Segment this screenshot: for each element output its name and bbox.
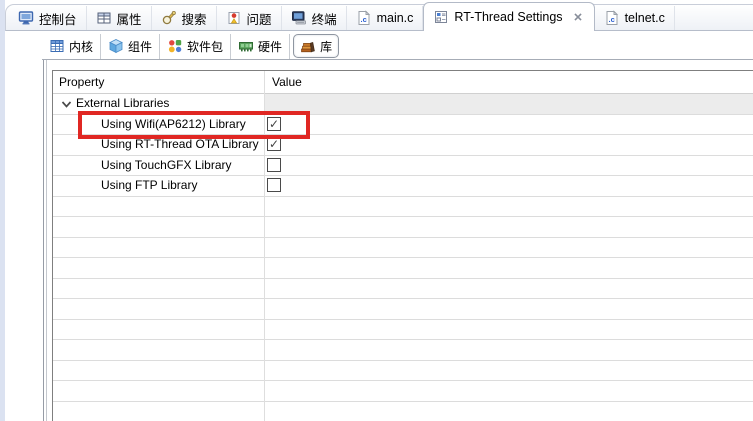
table-row-touchgfx-library[interactable]: Using TouchGFX Library <box>53 156 753 177</box>
rt-thread-studio-window: 控制台 属性 搜索 <box>0 0 753 421</box>
tab-components[interactable]: 组件 <box>101 34 160 59</box>
ota-library-checkbox[interactable]: ✓ <box>267 137 281 151</box>
top-tabbar: 控制台 属性 搜索 <box>5 4 753 31</box>
table-row-empty <box>53 381 753 402</box>
components-icon <box>108 38 124 54</box>
close-icon[interactable] <box>571 10 585 24</box>
tab-hardware[interactable]: 硬件 <box>231 34 290 59</box>
tab-label: 问题 <box>247 9 272 28</box>
touchgfx-library-checkbox[interactable] <box>267 158 281 172</box>
kernel-icon <box>49 38 65 54</box>
chevron-down-icon[interactable] <box>60 98 73 111</box>
tab-label: 属性 <box>117 9 142 28</box>
svg-text:.c: .c <box>360 15 366 24</box>
table-row-empty <box>53 197 753 218</box>
settings-tabbar: 内核 组件 软件包 <box>42 33 753 60</box>
tab-kernel[interactable]: 内核 <box>42 34 101 59</box>
properties-icon <box>96 10 112 26</box>
c-file-icon: .c <box>604 10 620 26</box>
editor-left-border-light <box>46 60 47 421</box>
tab-search[interactable]: 搜索 <box>152 6 217 30</box>
tab-label: 库 <box>320 38 332 55</box>
table-row-empty <box>53 320 753 341</box>
column-header-property: Property <box>59 71 104 93</box>
table-row-ftp-library[interactable]: Using FTP Library <box>53 176 753 197</box>
tab-label: 硬件 <box>258 38 282 55</box>
svg-text:.c: .c <box>608 15 614 24</box>
c-file-icon: .c <box>356 10 372 26</box>
table-header: Property Value <box>53 71 753 94</box>
tab-packages[interactable]: 软件包 <box>160 34 231 59</box>
table-row-empty <box>53 402 753 421</box>
library-icon <box>300 38 316 54</box>
table-row-empty <box>53 361 753 382</box>
table-row-empty <box>53 279 753 300</box>
problems-icon <box>226 10 242 26</box>
ftp-library-checkbox[interactable] <box>267 178 281 192</box>
tab-label: 软件包 <box>187 38 223 55</box>
category-value-cell <box>264 94 753 114</box>
table-row-empty <box>53 340 753 361</box>
tab-label: 控制台 <box>39 9 77 28</box>
window-left-edge <box>0 0 5 421</box>
highlight-annotation-rectangle <box>78 111 310 139</box>
tab-label: 终端 <box>312 9 337 28</box>
row-label: Using TouchGFX Library <box>101 156 232 176</box>
tab-label: 内核 <box>69 38 93 55</box>
column-header-value: Value <box>272 71 302 93</box>
table-row-empty <box>53 217 753 238</box>
hardware-icon <box>238 38 254 54</box>
tab-label: RT-Thread Settings <box>454 10 562 24</box>
tab-console[interactable]: 控制台 <box>9 6 87 30</box>
tab-label: main.c <box>377 11 414 25</box>
tab-properties[interactable]: 属性 <box>87 6 152 30</box>
tab-label: telnet.c <box>625 11 665 25</box>
table-row-empty <box>53 299 753 320</box>
tab-label: 搜索 <box>182 9 207 28</box>
table-row-empty <box>53 238 753 259</box>
tab-label: 组件 <box>128 38 152 55</box>
search-icon <box>161 10 177 26</box>
row-label: Using FTP Library <box>101 176 197 196</box>
tab-problems[interactable]: 问题 <box>217 6 282 30</box>
tab-terminal[interactable]: 终端 <box>282 6 347 30</box>
editor-left-border <box>43 60 44 421</box>
tab-telnet-c[interactable]: .c telnet.c <box>595 6 675 30</box>
table-row-empty <box>53 258 753 279</box>
console-icon <box>18 10 34 26</box>
terminal-icon <box>291 10 307 26</box>
tab-library[interactable]: 库 <box>293 34 339 58</box>
tab-rt-thread-settings[interactable]: RT-Thread Settings <box>423 2 594 31</box>
packages-icon <box>167 38 183 54</box>
tab-main-c[interactable]: .c main.c <box>347 6 424 30</box>
rtt-settings-icon <box>433 9 449 25</box>
